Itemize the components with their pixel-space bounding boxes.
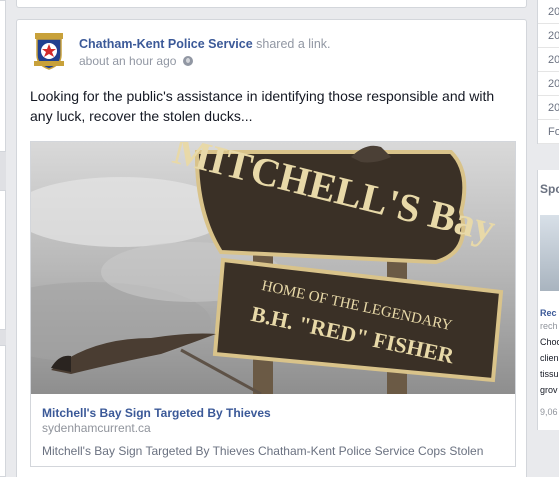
- previous-post-bottom: [16, 0, 527, 8]
- year-filter-item[interactable]: 20: [538, 0, 559, 24]
- link-title[interactable]: Mitchell's Bay Sign Targeted By Thieves: [42, 406, 271, 421]
- page-avatar[interactable]: [29, 31, 69, 71]
- right-sidebar: 20 20 20 20 20 Fo Spo Rec rech Choo clie…: [537, 0, 559, 477]
- year-filter-item[interactable]: 20: [538, 24, 559, 48]
- year-filter-item[interactable]: 20: [538, 48, 559, 72]
- ad-text-line: Choo: [540, 337, 559, 347]
- year-filter-item[interactable]: 20: [538, 96, 559, 120]
- post-message: Looking for the public's assistance in i…: [30, 88, 495, 124]
- timestamp-link[interactable]: about an hour ago: [79, 54, 176, 68]
- link-description: Mitchell's Bay Sign Targeted By Thieves …: [42, 444, 484, 458]
- post-meta: about an hour ago: [79, 53, 193, 69]
- year-filter-list: 20 20 20 20 20 Fo: [537, 0, 559, 144]
- ad-like-count: 9,06: [540, 407, 558, 417]
- sponsored-label: Spo: [540, 182, 559, 196]
- sponsored-card: Spo Rec rech Choo clien tissu grov 9,06: [537, 170, 559, 430]
- left-card-fragment: [0, 0, 6, 152]
- ad-text-line: grov: [540, 385, 558, 395]
- year-filter-item[interactable]: Fo: [538, 120, 559, 144]
- link-preview-image[interactable]: MITCHELL'S Bay HOME OF THE LEGENDARY B.H…: [31, 142, 515, 394]
- sign-photo-image: MITCHELL'S Bay HOME OF THE LEGENDARY B.H…: [31, 142, 515, 394]
- police-crest-icon: [34, 33, 64, 70]
- year-filter-item[interactable]: 20: [538, 72, 559, 96]
- left-card-fragment: [0, 345, 6, 477]
- left-card-fragment: [0, 190, 6, 330]
- left-column-edge: [0, 0, 6, 477]
- feed-post: Chatham-Kent Police Service shared a lin…: [16, 19, 527, 477]
- link-domain: sydenhamcurrent.ca: [42, 421, 151, 435]
- ad-image[interactable]: [540, 215, 559, 291]
- post-action-text: shared a link.: [252, 37, 331, 51]
- link-preview-card[interactable]: MITCHELL'S Bay HOME OF THE LEGENDARY B.H…: [30, 141, 516, 467]
- post-header: Chatham-Kent Police Service shared a lin…: [79, 36, 331, 52]
- ad-title[interactable]: Rec: [540, 307, 557, 319]
- globe-icon[interactable]: [182, 56, 193, 66]
- ad-text-line: clien: [540, 353, 559, 363]
- ad-subtitle: rech: [540, 321, 558, 331]
- ad-text-line: tissu: [540, 369, 559, 379]
- actor-name-link[interactable]: Chatham-Kent Police Service: [79, 37, 253, 51]
